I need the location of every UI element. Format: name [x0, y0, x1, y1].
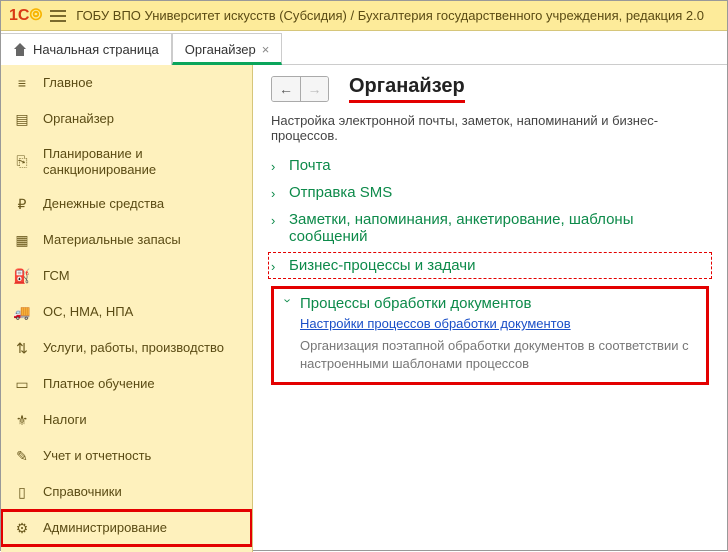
- section-processes[interactable]: › Процессы обработки документов: [282, 295, 698, 312]
- content-pane: ← → Органайзер Настройка электронной поч…: [253, 65, 727, 552]
- list-icon: ≡: [13, 74, 31, 92]
- section-processes-box: › Процессы обработки документов Настройк…: [271, 286, 709, 385]
- menu-icon[interactable]: [50, 10, 66, 22]
- tab-home[interactable]: Начальная страница: [1, 33, 172, 65]
- forward-button[interactable]: →: [300, 77, 328, 101]
- tab-label: Начальная страница: [33, 42, 159, 57]
- sidebar-item-education[interactable]: ▭ Платное обучение: [1, 366, 252, 402]
- card-icon: ▭: [13, 375, 31, 393]
- section-sms[interactable]: › Отправка SMS: [271, 184, 709, 201]
- sidebar: ≡ Главное ▤ Органайзер ⎘ Планирование и …: [1, 65, 253, 552]
- chevron-right-icon: ›: [271, 159, 283, 174]
- organizer-icon: ▤: [13, 110, 31, 128]
- section-notes[interactable]: › Заметки, напоминания, анкетирование, ш…: [271, 211, 709, 245]
- sidebar-item-materials[interactable]: ▦ Материальные запасы: [1, 222, 252, 258]
- fuel-icon: ⛽: [13, 267, 31, 285]
- link-process-settings[interactable]: Настройки процессов обработки документов: [300, 316, 698, 331]
- section-bp[interactable]: › Бизнес-процессы и задачи: [271, 255, 709, 276]
- section-mail[interactable]: › Почта: [271, 157, 709, 174]
- ruble-icon: ₽: [13, 195, 31, 213]
- pencil-icon: ✎: [13, 447, 31, 465]
- sidebar-item-os[interactable]: 🚚 ОС, НМА, НПА: [1, 294, 252, 330]
- chevron-right-icon: ›: [271, 186, 283, 201]
- grid-icon: ▦: [13, 231, 31, 249]
- sidebar-item-services[interactable]: ⇅ Услуги, работы, производство: [1, 330, 252, 366]
- sidebar-item-main[interactable]: ≡ Главное: [1, 65, 252, 101]
- sidebar-item-admin[interactable]: ⚙ Администрирование: [1, 510, 252, 546]
- truck-icon: 🚚: [13, 303, 31, 321]
- page-subtitle: Настройка электронной почты, заметок, на…: [271, 113, 709, 143]
- window-title: ГОБУ ВПО Университет искусств (Субсидия)…: [76, 8, 704, 23]
- chevron-right-icon: ›: [271, 259, 283, 274]
- planning-icon: ⎘: [13, 153, 31, 171]
- sidebar-item-gsm[interactable]: ⛽ ГСМ: [1, 258, 252, 294]
- sidebar-item-refs[interactable]: ▯ Справочники: [1, 474, 252, 510]
- gear-icon: ⚙: [13, 519, 31, 537]
- sidebar-item-reports[interactable]: ✎ Учет и отчетность: [1, 438, 252, 474]
- sidebar-item-money[interactable]: ₽ Денежные средства: [1, 186, 252, 222]
- app-logo: 1С⦾: [9, 7, 42, 25]
- chevron-right-icon: ›: [271, 213, 283, 228]
- chevron-down-icon: ›: [281, 299, 296, 311]
- close-icon[interactable]: ×: [262, 42, 270, 57]
- transfer-icon: ⇅: [13, 339, 31, 357]
- sidebar-item-planning[interactable]: ⎘ Планирование и санкционирование: [1, 137, 252, 186]
- tax-icon: ⚜: [13, 411, 31, 429]
- sidebar-item-organizer[interactable]: ▤ Органайзер: [1, 101, 252, 137]
- tab-bar: Начальная страница Органайзер ×: [1, 31, 727, 65]
- section-description: Организация поэтапной обработки документ…: [300, 337, 698, 372]
- tab-label: Органайзер: [185, 42, 256, 57]
- home-icon: [13, 43, 27, 57]
- page-title: Органайзер: [349, 75, 465, 103]
- book-icon: ▯: [13, 483, 31, 501]
- back-button[interactable]: ←: [272, 77, 300, 101]
- sidebar-item-taxes[interactable]: ⚜ Налоги: [1, 402, 252, 438]
- nav-buttons: ← →: [271, 76, 329, 102]
- tab-organizer[interactable]: Органайзер ×: [172, 33, 283, 65]
